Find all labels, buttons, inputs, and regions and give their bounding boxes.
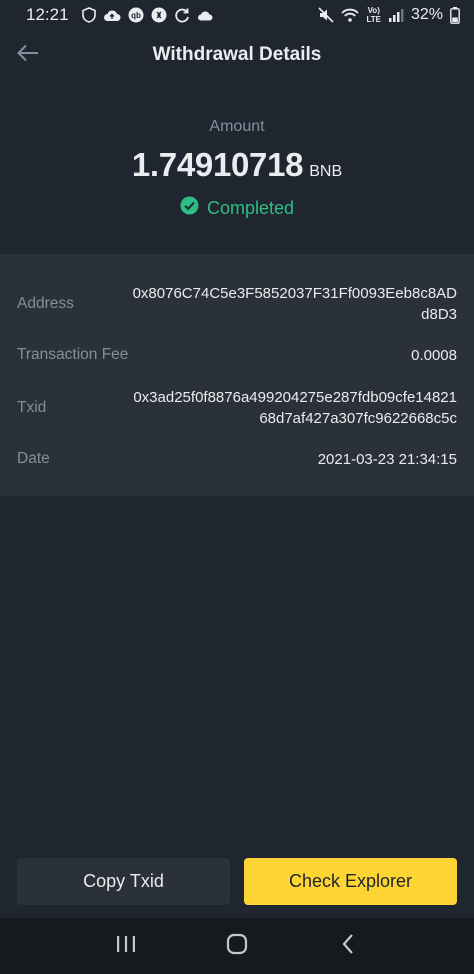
detail-row-fee: Transaction Fee 0.0008 <box>0 344 474 366</box>
cloud-icon <box>197 10 213 21</box>
status-row: Completed <box>0 196 474 220</box>
chevron-left-icon <box>341 933 355 960</box>
shazam-icon <box>151 7 167 23</box>
recent-apps-icon <box>115 935 137 958</box>
check-explorer-button[interactable]: Check Explorer <box>244 858 457 905</box>
txid-label: Txid <box>17 399 47 416</box>
recent-apps-button[interactable] <box>106 926 146 966</box>
header: Withdrawal Details <box>0 30 474 80</box>
lte-bottom-label: LTE <box>366 15 381 24</box>
shield-icon <box>81 7 96 23</box>
home-button[interactable] <box>217 926 257 966</box>
arrow-left-icon <box>17 44 39 67</box>
app-badge-icon: qb <box>128 7 144 23</box>
detail-row-address: Address 0x8076C74C5e3F5852037F31Ff0093Ee… <box>0 282 474 326</box>
amount-summary: Amount 1.74910718 BNB Completed <box>0 80 474 252</box>
check-circle-icon <box>180 196 199 220</box>
back-button[interactable] <box>14 42 42 68</box>
detail-row-date: Date 2021-03-23 21:34:15 <box>0 448 474 470</box>
amount-unit: BNB <box>309 163 343 180</box>
battery-icon <box>450 6 460 24</box>
svg-text:qb: qb <box>131 11 141 20</box>
amount-label: Amount <box>209 118 265 135</box>
cloud-upload-icon <box>103 8 121 22</box>
lte-top-label: Vo) <box>367 6 380 15</box>
txid-value: 0x3ad25f0f8876a499204275e287fdb09cfe1482… <box>133 389 457 427</box>
mute-icon <box>318 7 335 23</box>
system-nav-bar <box>0 918 474 974</box>
fee-label: Transaction Fee <box>17 346 129 363</box>
date-label: Date <box>17 450 50 467</box>
detail-row-txid: Txid 0x3ad25f0f8876a499204275e287fdb09cf… <box>0 386 474 430</box>
details-panel: Address 0x8076C74C5e3F5852037F31Ff0093Ee… <box>0 254 474 496</box>
battery-percent: 32% <box>410 6 443 23</box>
status-time: 12:21 <box>26 5 69 24</box>
status-left: 12:21 qb <box>26 5 213 25</box>
fee-value: 0.0008 <box>411 346 457 364</box>
copy-txid-button[interactable]: Copy Txid <box>17 858 230 905</box>
lte-indicator: Vo) LTE <box>366 6 381 24</box>
status-bar: 12:21 qb Vo) LTE 32% <box>0 0 474 30</box>
system-back-button[interactable] <box>328 926 368 966</box>
amount-value: 1.74910718 <box>131 146 304 183</box>
amount-row: 1.74910718 BNB <box>0 146 474 184</box>
status-right: Vo) LTE 32% <box>318 6 460 24</box>
wifi-icon <box>341 8 360 22</box>
date-value: 2021-03-23 21:34:15 <box>317 450 457 468</box>
address-label: Address <box>17 295 74 312</box>
signal-icon <box>388 8 404 22</box>
status-text: Completed <box>206 197 295 218</box>
page-title: Withdrawal Details <box>152 44 322 65</box>
address-value: 0x8076C74C5e3F5852037F31Ff0093Eeb8c8ADd8… <box>132 285 457 323</box>
home-icon <box>226 933 248 960</box>
sync-icon <box>174 7 190 23</box>
